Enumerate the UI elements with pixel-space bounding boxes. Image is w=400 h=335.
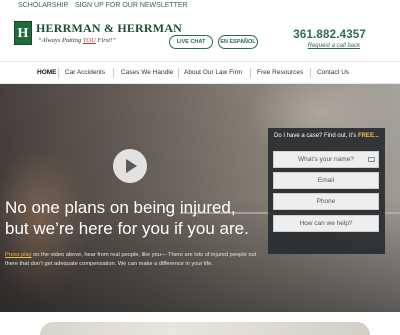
nav-divider [178, 68, 179, 78]
nav-item-contact[interactable]: Contact Us [317, 62, 349, 84]
next-section-image [40, 322, 370, 335]
form-heading-free: FREE... [357, 133, 379, 139]
form-heading-text: Do I have a case? Find out, it’s [274, 133, 358, 139]
tagline-you: YOU [82, 37, 96, 44]
tagline-before: “Always Putting [38, 37, 83, 44]
site-logo[interactable]: H HERRMAN & HERRMAN “Always Putting YOU … [14, 18, 182, 54]
help-message-field[interactable]: How can we help? [273, 215, 379, 232]
intro-body: on the video above, hear from real peopl… [5, 252, 257, 267]
play-icon [126, 159, 137, 173]
utility-bar: SCHOLARSHIP | SIGN UP FOR OUR NEWSLETTER [0, 0, 400, 12]
email-field[interactable]: Email [273, 172, 379, 189]
nav-divider [250, 68, 251, 78]
utility-separator: | [66, 2, 68, 9]
newsletter-link[interactable]: SIGN UP FOR OUR NEWSLETTER [75, 2, 188, 9]
hero-headline: No one plans on being injured, but we’re… [5, 198, 249, 238]
name-field[interactable]: What’s your name? [273, 151, 379, 168]
contact-card-icon [368, 157, 375, 162]
play-video-button[interactable] [113, 149, 147, 183]
nav-divider [113, 68, 114, 78]
nav-item-home[interactable]: HOME [37, 62, 57, 84]
email-field-placeholder: Email [317, 177, 335, 184]
nav-item-cases[interactable]: Cases We Handle [121, 62, 173, 84]
phone-number[interactable]: 361.882.4357 [293, 29, 366, 41]
site-header: H HERRMAN & HERRMAN “Always Putting YOU … [0, 12, 400, 60]
espanol-button[interactable]: EN ESPAÑOL [218, 35, 258, 49]
nav-divider [310, 68, 311, 78]
nav-divider [58, 68, 59, 78]
live-chat-button[interactable]: LIVE CHAT [169, 35, 213, 49]
case-evaluation-form: Do I have a case? Find out, it’s FREE...… [268, 128, 385, 254]
logo-tagline: “Always Putting YOU First!” [38, 37, 116, 44]
phone-field[interactable]: Phone [273, 193, 379, 210]
logo-name: HERRMAN & HERRMAN [36, 21, 183, 35]
press-play-link[interactable]: Press play [5, 252, 32, 258]
form-heading: Do I have a case? Find out, it’s FREE... [274, 133, 379, 139]
scholarship-link[interactable]: SCHOLARSHIP [18, 2, 68, 9]
nav-item-free-resources[interactable]: Free Resources [257, 62, 303, 84]
hero-intro-text: Press play on the video above, hear from… [5, 251, 260, 269]
nav-item-about[interactable]: About Our Law Firm [184, 62, 242, 84]
nav-item-car-accidents[interactable]: Car Accidents [65, 62, 105, 84]
tagline-after: First!” [95, 37, 116, 44]
help-field-placeholder: How can we help? [299, 220, 353, 227]
phone-field-placeholder: Phone [316, 198, 336, 205]
request-callback-link[interactable]: Request a call back [308, 43, 360, 49]
name-field-placeholder: What’s your name? [298, 156, 354, 163]
logo-mark-icon: H [14, 21, 32, 45]
main-nav: HOME Car Accidents Cases We Handle About… [0, 61, 400, 84]
